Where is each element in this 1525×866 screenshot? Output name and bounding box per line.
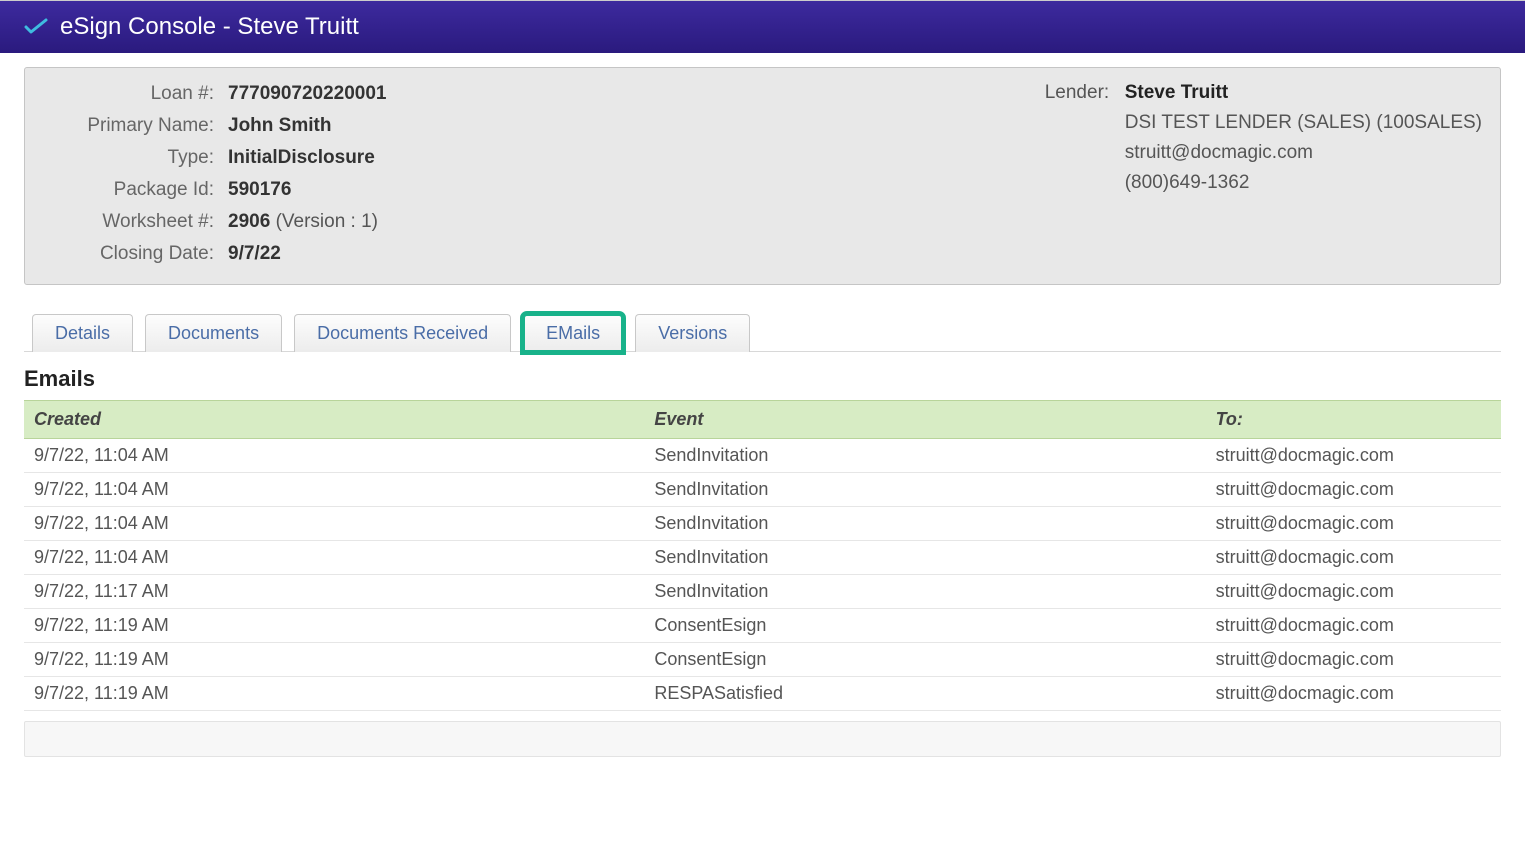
table-row[interactable]: 9/7/22, 11:17 AMSendInvitationstruitt@do…: [24, 575, 1501, 609]
tab-emails[interactable]: EMails: [523, 314, 623, 352]
section-heading: Emails: [24, 366, 1501, 392]
col-header-created[interactable]: Created: [24, 401, 644, 439]
table-row[interactable]: 9/7/22, 11:04 AMSendInvitationstruitt@do…: [24, 439, 1501, 473]
info-left-column: Loan #: 777090720220001 Primary Name: Jo…: [43, 78, 683, 270]
tab-details[interactable]: Details: [32, 314, 133, 352]
lender-email: struitt@docmagic.com: [1125, 138, 1313, 168]
closing-date-row: Closing Date: 9/7/22: [43, 238, 683, 270]
type-label: Type:: [43, 142, 228, 174]
type-value: InitialDisclosure: [228, 142, 375, 174]
cell-to: struitt@docmagic.com: [1206, 507, 1501, 541]
cell-event: SendInvitation: [644, 473, 1205, 507]
app-header: eSign Console - Steve Truitt: [0, 0, 1525, 53]
package-id-row: Package Id: 590176: [43, 174, 683, 206]
emails-table: Created Event To: 9/7/22, 11:04 AMSendIn…: [24, 400, 1501, 711]
primary-name-label: Primary Name:: [43, 110, 228, 142]
cell-to: struitt@docmagic.com: [1206, 677, 1501, 711]
cell-created: 9/7/22, 11:04 AM: [24, 439, 644, 473]
table-row[interactable]: 9/7/22, 11:19 AMConsentEsignstruitt@docm…: [24, 609, 1501, 643]
table-header-row: Created Event To:: [24, 401, 1501, 439]
cell-to: struitt@docmagic.com: [1206, 473, 1501, 507]
cell-event: SendInvitation: [644, 439, 1205, 473]
cell-to: struitt@docmagic.com: [1206, 439, 1501, 473]
cell-event: RESPASatisfied: [644, 677, 1205, 711]
worksheet-row: Worksheet #: 2906 (Version : 1): [43, 206, 683, 238]
closing-date-value: 9/7/22: [228, 238, 281, 270]
cell-created: 9/7/22, 11:19 AM: [24, 677, 644, 711]
cell-created: 9/7/22, 11:04 AM: [24, 473, 644, 507]
cell-created: 9/7/22, 11:04 AM: [24, 541, 644, 575]
worksheet-version: (Version : 1): [276, 211, 378, 232]
lender-phone: (800)649-1362: [1125, 168, 1250, 198]
table-row[interactable]: 9/7/22, 11:04 AMSendInvitationstruitt@do…: [24, 507, 1501, 541]
package-id-label: Package Id:: [43, 174, 228, 206]
tab-bar: Details Documents Documents Received EMa…: [24, 313, 1501, 352]
cell-event: ConsentEsign: [644, 609, 1205, 643]
cell-to: struitt@docmagic.com: [1206, 609, 1501, 643]
cell-event: ConsentEsign: [644, 643, 1205, 677]
cell-to: struitt@docmagic.com: [1206, 575, 1501, 609]
cell-created: 9/7/22, 11:04 AM: [24, 507, 644, 541]
worksheet-label: Worksheet #:: [43, 206, 228, 238]
primary-name-row: Primary Name: John Smith: [43, 110, 683, 142]
tab-documents[interactable]: Documents: [145, 314, 282, 352]
cell-to: struitt@docmagic.com: [1206, 541, 1501, 575]
loan-info-panel: Loan #: 777090720220001 Primary Name: Jo…: [24, 67, 1501, 285]
worksheet-value: 2906 (Version : 1): [228, 206, 378, 238]
table-footer-bar: [24, 721, 1501, 757]
lender-name: Steve Truitt: [1125, 78, 1228, 108]
col-header-event[interactable]: Event: [644, 401, 1205, 439]
table-row[interactable]: 9/7/22, 11:04 AMSendInvitationstruitt@do…: [24, 541, 1501, 575]
tab-versions[interactable]: Versions: [635, 314, 750, 352]
cell-to: struitt@docmagic.com: [1206, 643, 1501, 677]
loan-number-label: Loan #:: [43, 78, 228, 110]
cell-created: 9/7/22, 11:19 AM: [24, 643, 644, 677]
lender-label: Lender:: [1045, 78, 1123, 108]
emails-table-wrap: Created Event To: 9/7/22, 11:04 AMSendIn…: [24, 400, 1501, 711]
cell-created: 9/7/22, 11:19 AM: [24, 609, 644, 643]
table-row[interactable]: 9/7/22, 11:19 AMRESPASatisfiedstruitt@do…: [24, 677, 1501, 711]
package-id-value: 590176: [228, 174, 291, 206]
primary-name-value: John Smith: [228, 110, 331, 142]
table-row[interactable]: 9/7/22, 11:19 AMConsentEsignstruitt@docm…: [24, 643, 1501, 677]
page-title: eSign Console - Steve Truitt: [60, 13, 359, 41]
loan-number-row: Loan #: 777090720220001: [43, 78, 683, 110]
tab-documents-received[interactable]: Documents Received: [294, 314, 511, 352]
closing-date-label: Closing Date:: [43, 238, 228, 270]
worksheet-number: 2906: [228, 211, 270, 232]
table-row[interactable]: 9/7/22, 11:04 AMSendInvitationstruitt@do…: [24, 473, 1501, 507]
col-header-to[interactable]: To:: [1206, 401, 1501, 439]
check-icon: [24, 18, 48, 36]
info-right-column: Lender: Steve Truitt DSI TEST LENDER (SA…: [683, 78, 1482, 270]
type-row: Type: InitialDisclosure: [43, 142, 683, 174]
loan-number-value: 777090720220001: [228, 78, 387, 110]
cell-event: SendInvitation: [644, 541, 1205, 575]
lender-company: DSI TEST LENDER (SALES) (100SALES): [1125, 108, 1482, 138]
cell-event: SendInvitation: [644, 507, 1205, 541]
cell-event: SendInvitation: [644, 575, 1205, 609]
cell-created: 9/7/22, 11:17 AM: [24, 575, 644, 609]
